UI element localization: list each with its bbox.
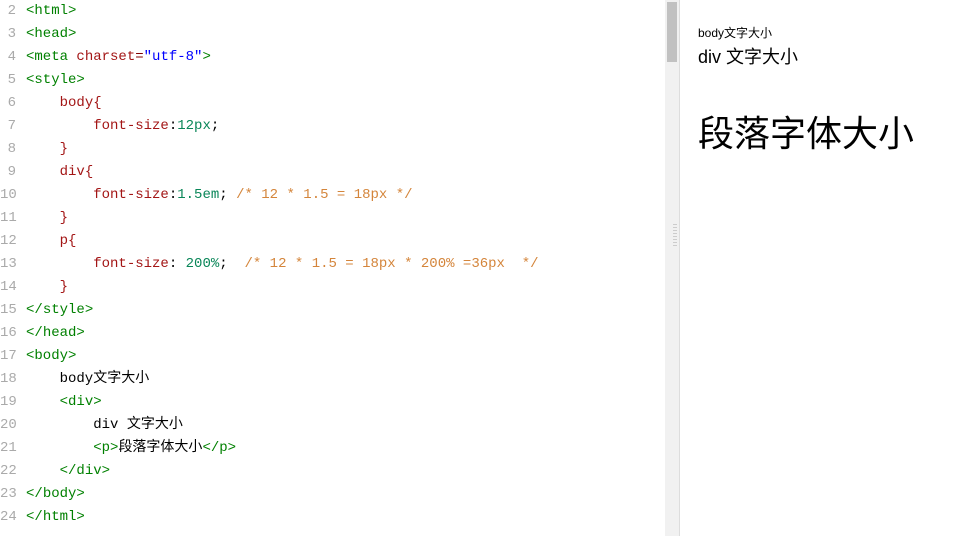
code-line[interactable]: div{: [26, 161, 679, 184]
code-line[interactable]: </body>: [26, 483, 679, 506]
line-number-gutter: 23456789101112131415161718192021222324: [0, 0, 22, 536]
code-line[interactable]: font-size:12px;: [26, 115, 679, 138]
code-line[interactable]: <div>: [26, 391, 679, 414]
code-line[interactable]: font-size: 200%; /* 12 * 1.5 = 18px * 20…: [26, 253, 679, 276]
code-line[interactable]: </head>: [26, 322, 679, 345]
code-line[interactable]: <head>: [26, 23, 679, 46]
code-line[interactable]: body{: [26, 92, 679, 115]
code-editor-pane: 23456789101112131415161718192021222324 <…: [0, 0, 680, 536]
code-line[interactable]: <html>: [26, 0, 679, 23]
code-line[interactable]: <style>: [26, 69, 679, 92]
preview-p-text: 段落字体大小: [698, 105, 936, 157]
vertical-scrollbar[interactable]: [665, 0, 679, 536]
code-line[interactable]: <body>: [26, 345, 679, 368]
code-line[interactable]: body文字大小: [26, 368, 679, 391]
scrollbar-thumb[interactable]: [667, 2, 677, 62]
code-line[interactable]: font-size:1.5em; /* 12 * 1.5 = 18px */: [26, 184, 679, 207]
code-line[interactable]: }: [26, 207, 679, 230]
split-view: 23456789101112131415161718192021222324 <…: [0, 0, 954, 536]
code-line[interactable]: <meta charset="utf-8">: [26, 46, 679, 69]
code-line[interactable]: </html>: [26, 506, 679, 529]
code-line[interactable]: </style>: [26, 299, 679, 322]
code-line[interactable]: }: [26, 276, 679, 299]
preview-pane: body文字大小 div 文字大小 段落字体大小: [680, 0, 954, 536]
code-line[interactable]: p{: [26, 230, 679, 253]
scrollbar-grip-icon: [673, 224, 677, 264]
code-line[interactable]: <p>段落字体大小</p>: [26, 437, 679, 460]
preview-div-text: div 文字大小: [698, 43, 936, 69]
code-line[interactable]: </div>: [26, 460, 679, 483]
code-line[interactable]: }: [26, 138, 679, 161]
code-editor[interactable]: <html><head><meta charset="utf-8"><style…: [22, 0, 679, 536]
code-line[interactable]: div 文字大小: [26, 414, 679, 437]
preview-body-text: body文字大小: [698, 24, 936, 41]
